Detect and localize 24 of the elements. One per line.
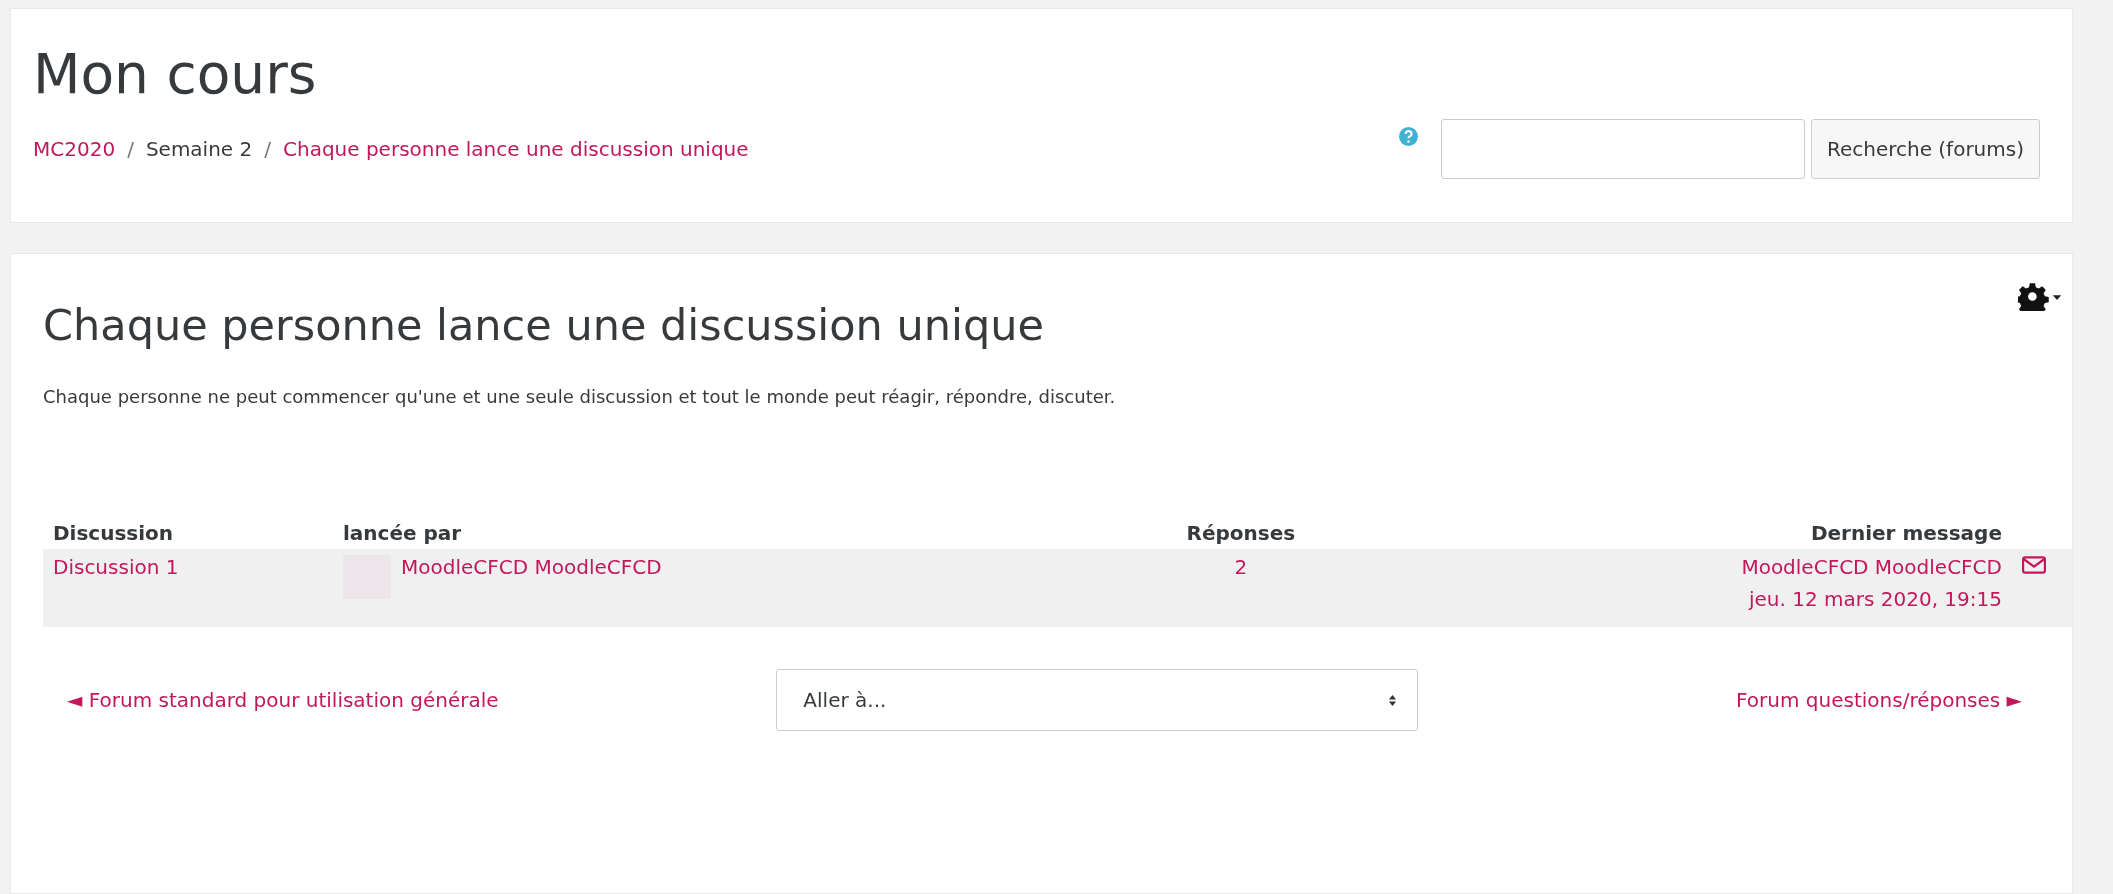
previous-forum-link[interactable]: ◄ Forum standard pour utilisation générale xyxy=(67,688,499,712)
envelope-icon[interactable] xyxy=(2022,556,2046,574)
author-link[interactable]: MoodleCFCD MoodleCFCD xyxy=(401,555,662,579)
breadcrumb-link[interactable]: Chaque personne lance une discussion unique xyxy=(283,136,749,161)
jump-to-select[interactable]: Aller à... xyxy=(776,669,1419,731)
course-title: Mon cours xyxy=(33,41,318,108)
last-date-link[interactable]: jeu. 12 mars 2020, 19:15 xyxy=(1748,587,2002,611)
replies-link[interactable]: 2 xyxy=(1234,555,1248,579)
up-down-caret-icon xyxy=(1388,693,1398,707)
column-header: lancée par xyxy=(333,517,1131,549)
forum-description: Chaque personne ne peut commencer qu'une et une seule discussion et tout le monde peut réagir, répondre, discuter. xyxy=(43,386,1117,407)
last-author-link[interactable]: MoodleCFCD MoodleCFCD xyxy=(1741,555,2002,579)
discussion-link[interactable]: Discussion 1 xyxy=(53,555,179,579)
column-header: Discussion xyxy=(43,517,333,549)
search-field[interactable] xyxy=(1440,118,1805,179)
breadcrumb-text: Semaine 2 xyxy=(145,136,253,161)
breadcrumb-separator: / xyxy=(264,136,271,161)
column-header: Réponses xyxy=(1130,517,1351,549)
forum-title: Chaque personne lance une discussion unique xyxy=(43,300,1044,350)
breadcrumb-separator: / xyxy=(127,136,134,161)
next-forum-link[interactable]: Forum questions/réponses ► xyxy=(1736,688,2022,712)
column-header: Dernier message xyxy=(1350,517,2012,549)
search-button[interactable]: Recherche (forums) xyxy=(1810,118,2040,179)
breadcrumb-link[interactable]: MC2020 xyxy=(33,136,116,161)
